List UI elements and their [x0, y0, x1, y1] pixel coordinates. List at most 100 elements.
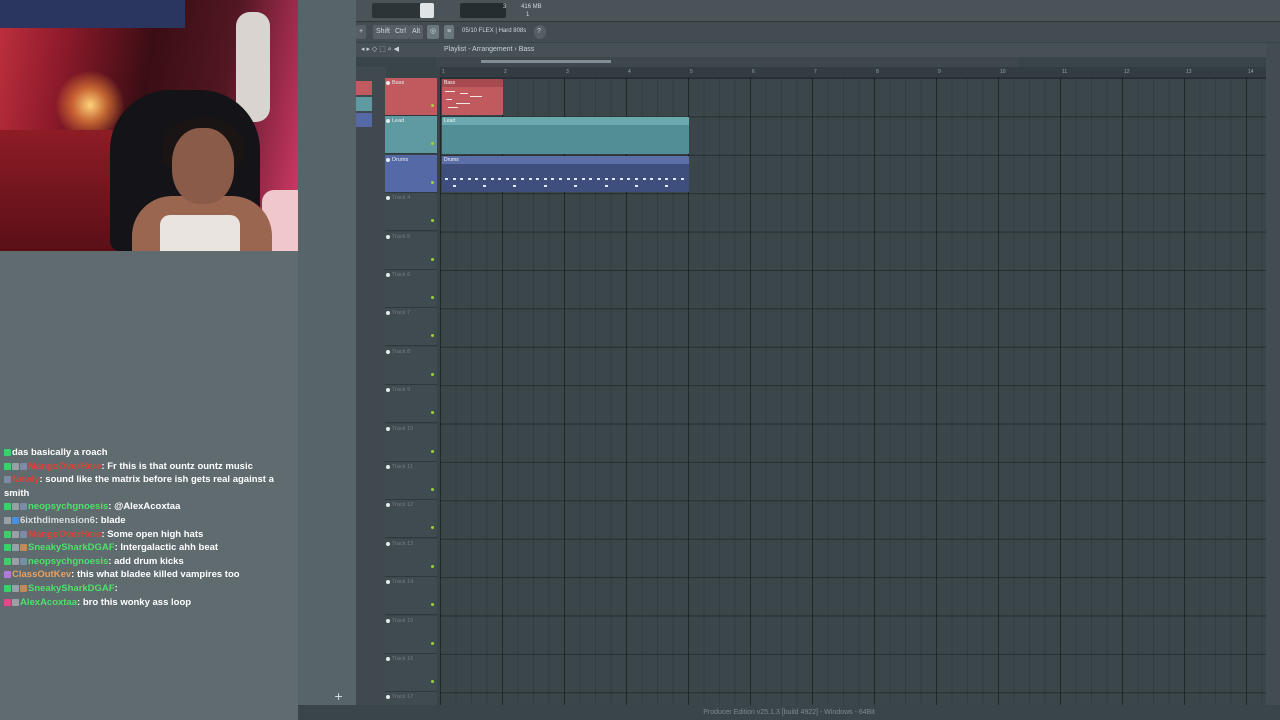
chat-username[interactable]: neopsychgnoesis [28, 556, 108, 567]
bar-number[interactable]: 7 [814, 69, 817, 75]
track-enable-led-icon[interactable] [431, 180, 434, 184]
track-enable-led-icon[interactable] [431, 488, 434, 491]
track-header[interactable]: Track 12 [385, 500, 437, 539]
track-enable-led-icon[interactable] [431, 526, 434, 530]
bar-number[interactable]: 5 [690, 69, 693, 75]
track-mute-icon[interactable] [386, 196, 390, 201]
right-scroll-region[interactable] [1266, 43, 1280, 705]
track-enable-led-icon[interactable] [431, 564, 434, 568]
track-enable-led-icon[interactable] [431, 680, 434, 683]
track-mute-icon[interactable] [386, 388, 390, 393]
track-header[interactable]: Track 13 [385, 538, 437, 577]
chat-username[interactable]: neopsychgnoesis [28, 501, 108, 512]
menu-icon[interactable]: ≡ [444, 25, 455, 39]
pattern-item-bass[interactable] [356, 81, 372, 95]
chat-username[interactable]: MangoOverHere [28, 461, 101, 472]
ctrl-button[interactable]: Ctrl [392, 25, 409, 39]
track-mute-icon[interactable] [386, 273, 390, 277]
track-mute-icon[interactable] [386, 311, 390, 316]
help-icon[interactable]: ? [534, 25, 546, 39]
track-enable-led-icon[interactable] [431, 411, 434, 415]
bar-number[interactable]: 6 [752, 69, 755, 75]
track-mute-icon[interactable] [386, 465, 390, 469]
track-enable-led-icon[interactable] [431, 142, 434, 146]
plus-button[interactable]: + [356, 25, 367, 39]
track-header[interactable]: Track 11 [385, 462, 437, 500]
bar-number[interactable]: 2 [504, 69, 507, 75]
track-header[interactable]: Track 16 [385, 654, 437, 692]
track-mute-icon[interactable] [386, 426, 390, 431]
record-settings-icon[interactable]: ◎ [427, 25, 440, 39]
playlist-clip[interactable]: Lead [442, 117, 689, 154]
drum-hit-preview [604, 184, 608, 187]
bar-number[interactable]: 12 [1124, 69, 1130, 75]
track-header[interactable]: Track 9 [385, 385, 437, 424]
track-header[interactable]: Lead [385, 116, 437, 155]
track-header[interactable]: Track 15 [385, 615, 437, 654]
clip-header[interactable] [442, 117, 689, 126]
track-mute-icon[interactable] [386, 580, 390, 585]
bar-number[interactable]: 10 [1000, 69, 1006, 75]
track-header[interactable]: Track 6 [385, 270, 437, 308]
preset-display[interactable]: 05/10 FLEX | Hard 808s [462, 28, 526, 34]
track-enable-led-icon[interactable] [431, 603, 434, 607]
playlist-horizontal-scrollbar[interactable] [436, 57, 1018, 67]
track-mute-icon[interactable] [386, 657, 390, 661]
chat-badge-icon [4, 544, 11, 552]
track-mute-icon[interactable] [386, 234, 390, 239]
track-header[interactable]: Track 14 [385, 577, 437, 616]
track-mute-icon[interactable] [386, 503, 390, 508]
bar-number[interactable]: 9 [938, 69, 941, 75]
track-enable-led-icon[interactable] [431, 257, 434, 261]
track-header[interactable]: Track 4 [385, 193, 437, 232]
track-mute-icon[interactable] [386, 695, 390, 700]
chat-username[interactable]: SneakySharkDGAF [28, 542, 115, 553]
track-mute-icon[interactable] [386, 157, 390, 162]
track-header[interactable]: Bass [385, 78, 437, 116]
track-enable-led-icon[interactable] [431, 641, 434, 645]
chat-username[interactable]: SneakySharkDGAF [28, 583, 115, 594]
playlist-clip[interactable]: Drums [442, 155, 689, 193]
bar-number[interactable]: 3 [566, 69, 569, 75]
chat-username[interactable]: 6ixthdimension6 [20, 515, 95, 526]
chat-username[interactable]: ClassOutKev [12, 569, 71, 580]
track-header[interactable]: Track 7 [385, 308, 437, 347]
shift-button[interactable]: Shift [373, 25, 394, 39]
track-enable-led-icon[interactable] [431, 219, 434, 223]
scrollbar-thumb[interactable] [481, 60, 611, 63]
alt-button[interactable]: Alt [409, 25, 424, 39]
bar-number[interactable]: 11 [1062, 69, 1067, 75]
track-mute-icon[interactable] [386, 119, 390, 124]
timeline-ruler[interactable]: 1 2 3 4 5 6 7 8 9 10 11 12 13 14 [440, 67, 1280, 78]
track-header[interactable]: Track 8 [385, 346, 437, 385]
track-enable-led-icon[interactable] [431, 296, 434, 299]
playlist-clip[interactable]: Bass [442, 79, 503, 116]
track-enable-led-icon[interactable] [431, 449, 434, 453]
chat-username[interactable]: AlexAcoxtaa [20, 597, 77, 608]
bar-number[interactable]: 13 [1186, 69, 1192, 75]
bar-number[interactable]: 4 [628, 69, 631, 75]
bar-number[interactable]: 14 [1248, 69, 1254, 75]
track-mute-icon[interactable] [386, 349, 390, 354]
track-mute-icon[interactable] [386, 81, 390, 85]
track-header[interactable]: Track 10 [385, 423, 437, 462]
pattern-item-drums[interactable] [356, 113, 372, 127]
clip-header[interactable] [442, 155, 689, 164]
track-header[interactable]: Drums [385, 154, 437, 193]
chat-add-icon[interactable]: + [334, 690, 343, 703]
track-mute-icon[interactable] [386, 618, 390, 623]
bar-number[interactable]: 8 [876, 69, 879, 75]
pattern-item-lead[interactable] [356, 97, 372, 111]
chat-username[interactable]: MangoOverHere [28, 529, 101, 540]
playlist-breadcrumb[interactable]: Playlist - Arrangement › Bass [444, 43, 534, 57]
track-mute-icon[interactable] [386, 541, 390, 546]
bar-number[interactable]: 1 [442, 69, 445, 75]
track-enable-led-icon[interactable] [431, 104, 434, 107]
drum-hit-preview [619, 177, 623, 180]
track-enable-led-icon[interactable] [431, 334, 434, 338]
track-enable-led-icon[interactable] [431, 372, 434, 376]
playlist-grid[interactable]: Bass Lead Drums [440, 78, 1280, 705]
chat-username[interactable]: Newly [12, 474, 39, 485]
track-header[interactable]: Track 5 [385, 231, 437, 270]
playlist-tool-icons[interactable]: ◂ ▸ ◇ ⬚ ⌕ ◀ [361, 43, 399, 57]
